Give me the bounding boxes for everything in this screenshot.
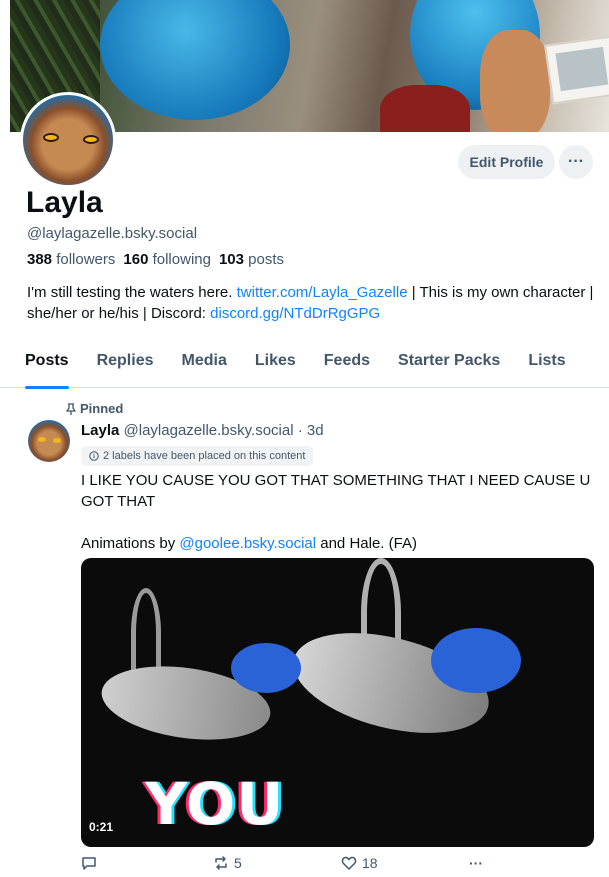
pinned-indicator: Pinned (66, 401, 123, 416)
bio-text-1: I'm still testing the waters here. (27, 284, 237, 301)
info-circle-icon (89, 451, 99, 461)
post-separator: · (297, 422, 303, 439)
following-stat[interactable]: 160 following (123, 251, 211, 268)
posts-stat: 103 posts (219, 251, 284, 268)
post-header: Layla @laylagazelle.bsky.social · 3d (81, 422, 324, 439)
ellipsis-icon: ··· (568, 153, 584, 170)
post-text-prefix: Animations by (81, 535, 180, 552)
tab-media[interactable]: Media (182, 340, 227, 388)
followers-stat[interactable]: 388 followers (27, 251, 115, 268)
profile-avatar[interactable] (20, 92, 116, 188)
ellipsis-icon: ··· (469, 855, 483, 871)
tab-feeds[interactable]: Feeds (324, 340, 370, 388)
followers-label: followers (56, 251, 116, 268)
tab-likes[interactable]: Likes (255, 340, 296, 388)
posts-count: 103 (218, 251, 244, 268)
video-figure-tail-left (131, 588, 161, 678)
tab-starter-packs[interactable]: Starter Packs (398, 340, 500, 388)
banner-heart-box (380, 85, 470, 132)
post-mention-link[interactable]: @goolee.bsky.social (179, 535, 316, 552)
following-label: following (152, 251, 211, 268)
post-author-name[interactable]: Layla (81, 422, 119, 439)
avatar-eye-left (43, 133, 59, 142)
like-count: 18 (362, 855, 378, 871)
bio-twitter-link[interactable]: twitter.com/Layla_Gazelle (237, 284, 408, 301)
tab-posts[interactable]: Posts (25, 340, 69, 389)
post-time[interactable]: 3d (307, 422, 324, 439)
profile-stats: 388 followers 160 following 103 posts (27, 251, 284, 268)
heart-icon (341, 856, 357, 870)
pin-icon (66, 402, 76, 415)
tab-replies[interactable]: Replies (97, 340, 154, 388)
post-author-handle[interactable]: @laylagazelle.bsky.social (124, 422, 294, 439)
tab-lists[interactable]: Lists (528, 340, 565, 388)
banner-photo (544, 35, 609, 105)
content-labels-button[interactable]: 2 labels have been placed on this conten… (81, 446, 314, 466)
post-more-button[interactable]: ··· (469, 855, 483, 871)
video-duration: 0:21 (89, 820, 114, 834)
video-figure-hair-left (231, 643, 301, 693)
post-author-avatar[interactable] (28, 420, 70, 462)
reply-button[interactable] (81, 855, 102, 871)
post-video[interactable]: YOU 0:21 (81, 558, 594, 847)
reply-icon (82, 857, 96, 870)
avatar-eye-right (83, 135, 99, 144)
repost-count: 5 (234, 855, 242, 871)
display-name: Layla (26, 186, 103, 219)
content-labels-text: 2 labels have been placed on this conten… (103, 450, 306, 462)
more-options-button[interactable]: ··· (559, 145, 593, 179)
posts-label: posts (248, 251, 285, 268)
profile-bio: I'm still testing the waters here. twitt… (27, 282, 597, 324)
bio-discord-link[interactable]: discord.gg/NTdDrRgGPG (210, 305, 380, 322)
repost-icon (215, 856, 227, 870)
following-count: 160 (123, 251, 149, 268)
post-text-suffix: and Hale. (FA) (316, 535, 417, 552)
like-button[interactable]: 18 (341, 855, 378, 871)
pinned-label: Pinned (80, 401, 124, 416)
avatar-eye-right (53, 438, 61, 443)
video-overlay-text: YOU (145, 770, 285, 838)
banner-character-left (100, 0, 290, 120)
edit-profile-button[interactable]: Edit Profile (458, 145, 555, 179)
repost-button[interactable]: 5 (213, 855, 242, 871)
profile-handle: @laylagazelle.bsky.social (27, 225, 198, 242)
post-text: I LIKE YOU CAUSE YOU GOT THAT SOMETHING … (81, 470, 591, 554)
avatar-eye-left (38, 437, 46, 442)
banner-character-body (480, 30, 550, 132)
post-actions: 5 18 ··· (81, 855, 591, 877)
post-text-line: I LIKE YOU CAUSE YOU GOT THAT SOMETHING … (81, 472, 591, 510)
video-figure-hair-right (431, 628, 521, 693)
profile-tabs: Posts Replies Media Likes Feeds Starter … (0, 340, 609, 389)
followers-count: 388 (27, 251, 53, 268)
